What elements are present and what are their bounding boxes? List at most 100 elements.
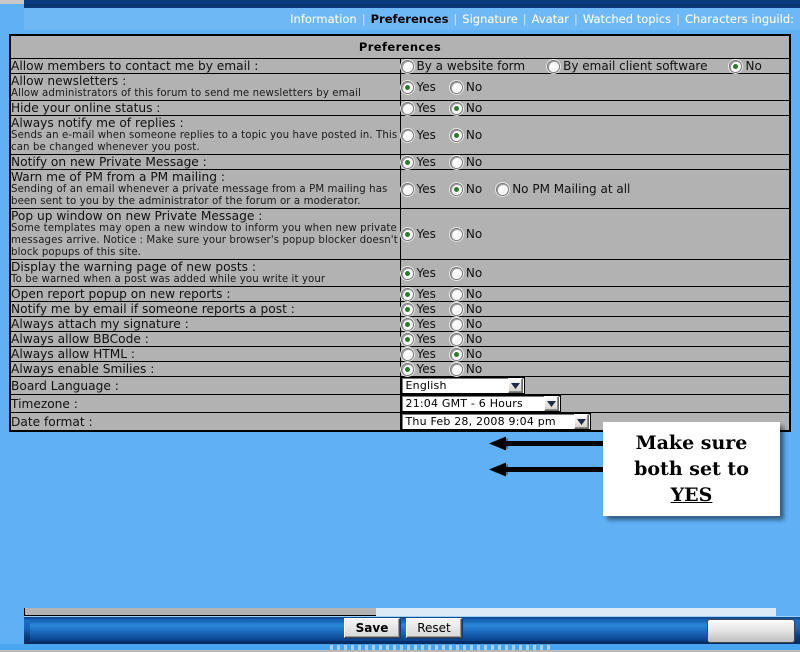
radio-option-label: No — [465, 347, 483, 361]
radio-option-no-pm-mailing-at-all[interactable]: No PM Mailing at all — [496, 182, 630, 196]
nav-item-preferences[interactable]: Preferences — [367, 12, 453, 26]
radio-unselected-icon[interactable] — [449, 266, 463, 280]
radio-option-no[interactable]: No — [449, 347, 483, 361]
radio-group: Yes No — [400, 362, 790, 376]
radio-option-yes[interactable]: Yes — [400, 182, 436, 196]
radio-option-yes[interactable]: Yes — [400, 128, 436, 142]
panel-title: Preferences — [10, 35, 790, 59]
radio-option-yes[interactable]: Yes — [400, 317, 436, 331]
radio-selected-icon[interactable] — [449, 182, 463, 196]
radio-unselected-icon[interactable] — [449, 362, 463, 376]
radio-option-yes[interactable]: Yes — [400, 287, 436, 301]
nav-item-information[interactable]: Information — [286, 12, 361, 26]
radio-unselected-icon[interactable] — [400, 182, 414, 196]
select-timezone[interactable]: 21:04 GMT - 6 Hours — [400, 395, 561, 412]
radio-option-no[interactable]: No — [449, 101, 483, 115]
radio-option-no[interactable]: No — [449, 302, 482, 316]
radio-option-no[interactable]: No — [449, 182, 482, 196]
table-row: Pop up window on new Private Message : So… — [10, 208, 790, 260]
radio-unselected-icon[interactable] — [449, 332, 463, 346]
chevron-down-icon[interactable] — [543, 396, 559, 411]
radio-unselected-icon[interactable] — [400, 347, 414, 361]
reset-button[interactable]: Reset — [406, 618, 462, 638]
radio-selected-icon[interactable] — [400, 80, 414, 94]
nav-item-avatar[interactable]: Avatar — [528, 12, 573, 26]
radio-unselected-icon[interactable] — [449, 155, 463, 169]
table-row: Warn me of PM from a PM mailing : Sending… — [10, 169, 790, 209]
radio-option-yes[interactable]: Yes — [400, 266, 436, 280]
radio-option-label: No — [465, 155, 483, 169]
radio-selected-icon[interactable] — [400, 362, 414, 376]
radio-unselected-icon[interactable] — [449, 317, 463, 331]
radio-selected-icon[interactable] — [400, 302, 414, 316]
radio-option-no[interactable]: No — [449, 287, 482, 301]
radio-option-yes[interactable]: Yes — [400, 80, 436, 94]
nav-item-signature[interactable]: Signature — [458, 12, 521, 26]
annotation-arrow-signature — [489, 436, 610, 451]
radio-unselected-icon[interactable] — [400, 128, 414, 142]
radio-option-yes[interactable]: Yes — [400, 302, 436, 316]
radio-option-label: No — [465, 101, 483, 115]
radio-unselected-icon[interactable] — [496, 182, 510, 196]
radio-selected-icon[interactable] — [400, 317, 414, 331]
select-board-language[interactable]: English — [400, 377, 525, 394]
radio-option-no[interactable]: No — [449, 80, 482, 94]
radio-selected-icon[interactable] — [400, 227, 414, 241]
radio-option-label: No — [465, 227, 483, 241]
row-label-board-language: Board Language : — [10, 376, 401, 395]
table-row: Always allow HTML : Yes No — [10, 346, 790, 362]
radio-option-no[interactable]: No — [449, 362, 482, 376]
radio-unselected-icon[interactable] — [449, 227, 463, 241]
radio-unselected-icon[interactable] — [449, 80, 463, 94]
nav-item-watched-topics[interactable]: Watched topics — [579, 12, 675, 26]
radio-option-no[interactable]: No — [449, 128, 482, 142]
radio-selected-icon[interactable] — [449, 128, 463, 142]
annotation-line-1: Make sure — [635, 432, 748, 454]
radio-unselected-icon[interactable] — [400, 101, 414, 115]
radio-unselected-icon[interactable] — [547, 59, 561, 73]
row-label-title: Open report popup on new reports : — [11, 287, 231, 301]
radio-option-yes[interactable]: Yes — [400, 362, 436, 376]
radio-option-by-a-website-form[interactable]: By a website form — [400, 59, 526, 73]
radio-option-no[interactable]: No — [449, 332, 482, 346]
radio-option-yes[interactable]: Yes — [400, 227, 436, 241]
radio-option-no[interactable]: No — [449, 155, 483, 169]
radio-option-no[interactable]: No — [729, 59, 762, 73]
radio-option-yes[interactable]: Yes — [400, 332, 436, 346]
horizontal-scrollbar-thumb[interactable] — [707, 619, 795, 643]
preferences-rows: Allow members to contact me by email : By… — [10, 58, 790, 431]
radio-selected-icon[interactable] — [729, 59, 743, 73]
row-label-title: Pop up window on new Private Message : — [11, 209, 263, 223]
chevron-down-icon[interactable] — [573, 414, 589, 429]
radio-option-yes[interactable]: Yes — [400, 155, 436, 169]
row-label-display-the-warning-page-of-new-posts: Display the warning page of new posts :T… — [10, 259, 401, 287]
radio-option-by-email-client-software[interactable]: By email client software — [547, 59, 707, 73]
annotation-line-2: both set to — [634, 458, 749, 480]
radio-selected-icon[interactable] — [449, 101, 463, 115]
row-value-open-report-popup-on-new-reports: Yes No — [399, 286, 790, 302]
row-label-allow-newsletters: Allow newsletters : Allow administrators … — [10, 73, 401, 101]
radio-option-label: By a website form — [416, 59, 526, 73]
radio-option-no[interactable]: No — [449, 317, 482, 331]
radio-selected-icon[interactable] — [400, 332, 414, 346]
save-button[interactable]: Save — [344, 618, 400, 638]
row-label-notify-on-new-private-message: Notify on new Private Message : — [10, 154, 401, 170]
radio-selected-icon[interactable] — [400, 287, 414, 301]
chevron-down-icon[interactable] — [507, 378, 523, 393]
radio-option-no[interactable]: No — [449, 266, 482, 280]
row-label-description: Sends an e-mail when someone replies to … — [11, 130, 398, 153]
radio-unselected-icon[interactable] — [449, 287, 463, 301]
row-label-always-attach-my-signature: Always attach my signature : — [10, 316, 401, 332]
radio-selected-icon[interactable] — [400, 266, 414, 280]
table-row: Hide your online status : Yes No — [10, 100, 790, 116]
nav-item-characters-inguild[interactable]: Characters inguild: — [681, 12, 798, 26]
radio-unselected-icon[interactable] — [449, 302, 463, 316]
select-date-format[interactable]: Thu Feb 28, 2008 9:04 pm — [400, 413, 591, 430]
radio-group: Yes No — [400, 287, 790, 301]
radio-option-yes[interactable]: Yes — [400, 347, 436, 361]
radio-unselected-icon[interactable] — [400, 59, 414, 73]
radio-selected-icon[interactable] — [449, 347, 463, 361]
radio-selected-icon[interactable] — [400, 155, 414, 169]
radio-option-yes[interactable]: Yes — [400, 101, 436, 115]
radio-option-no[interactable]: No — [449, 227, 483, 241]
